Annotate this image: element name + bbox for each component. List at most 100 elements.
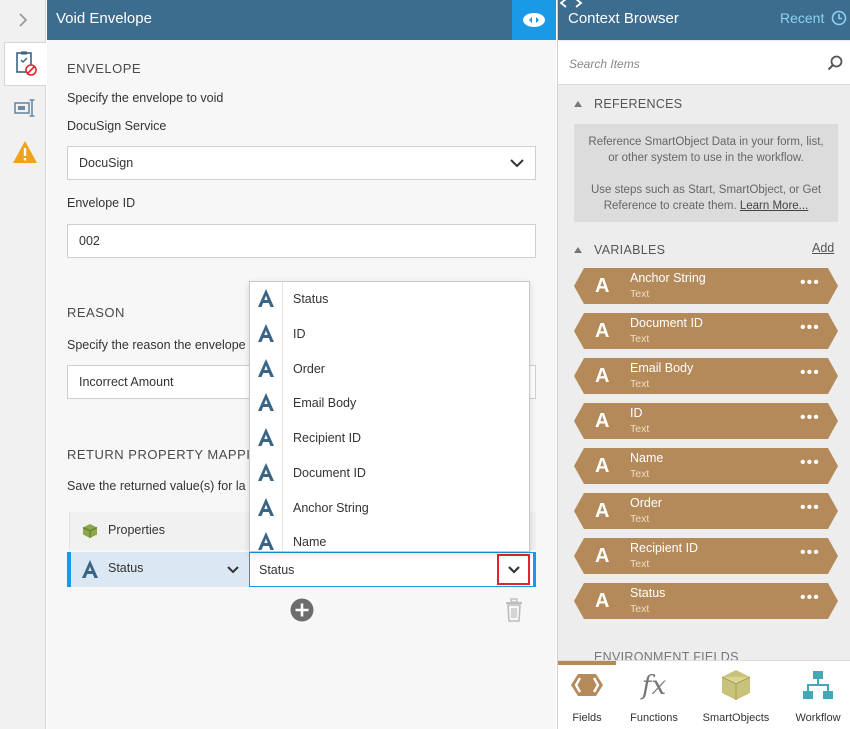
text-type-icon: A bbox=[595, 320, 610, 342]
text-type-icon bbox=[258, 463, 274, 481]
chevron-down-icon bbox=[507, 565, 520, 574]
text-type-icon: A bbox=[595, 365, 610, 387]
status-property-row[interactable]: Status bbox=[67, 552, 249, 587]
add-variable-link[interactable]: Add bbox=[812, 241, 834, 255]
status-mapping-input[interactable]: Status bbox=[249, 552, 536, 587]
clock-icon[interactable] bbox=[831, 10, 847, 26]
variable-type: Text bbox=[630, 378, 650, 390]
delete-mapping-button[interactable] bbox=[505, 598, 523, 625]
dropdown-item[interactable]: Email Body bbox=[250, 386, 529, 421]
reason-description: Specify the reason the envelope bbox=[67, 338, 246, 352]
docusign-service-select[interactable]: DocuSign bbox=[67, 146, 536, 180]
toggle-context-browser-button[interactable] bbox=[512, 0, 556, 40]
dropdown-item[interactable]: ID bbox=[250, 317, 529, 352]
learn-more-link[interactable]: Learn More... bbox=[740, 200, 808, 212]
return-mapping-heading: RETURN PROPERTY MAPPIN bbox=[67, 447, 261, 462]
variable-chip-shape bbox=[574, 268, 838, 304]
variable-name: Anchor String bbox=[630, 271, 706, 285]
variable-chip-shape bbox=[574, 493, 838, 529]
text-type-icon: A bbox=[595, 410, 610, 432]
left-rail bbox=[0, 0, 46, 729]
chevron-down-icon bbox=[510, 159, 524, 168]
dropdown-item-label: Document ID bbox=[293, 466, 366, 480]
expand-panel-button[interactable] bbox=[0, 0, 46, 40]
more-options-icon[interactable]: ••• bbox=[800, 544, 820, 562]
tab-workflow[interactable]: Workflow bbox=[783, 661, 850, 729]
status-mapping-value: Status bbox=[259, 563, 295, 577]
status-property-label: Status bbox=[108, 561, 144, 575]
text-type-icon bbox=[258, 359, 274, 377]
more-options-icon[interactable]: ••• bbox=[800, 364, 820, 382]
status-dropdown-toggle[interactable] bbox=[497, 554, 530, 585]
variable-type: Text bbox=[630, 288, 650, 300]
collapse-triangle-icon bbox=[574, 101, 582, 107]
dropdown-item-label: Status bbox=[293, 292, 329, 306]
variable-chip-shape bbox=[574, 538, 838, 574]
more-options-icon[interactable]: ••• bbox=[800, 409, 820, 427]
dropdown-item[interactable]: Name bbox=[250, 525, 529, 551]
variable-item[interactable]: A Document ID Text ••• bbox=[574, 313, 838, 349]
tab-fields[interactable]: Fields bbox=[552, 661, 622, 729]
expand-arrows-icon[interactable] bbox=[558, 0, 584, 10]
variable-name: Recipient ID bbox=[630, 541, 699, 555]
dropdown-item[interactable]: Status bbox=[250, 282, 529, 317]
envelope-section-heading: ENVELOPE bbox=[67, 61, 142, 76]
text-type-icon bbox=[258, 324, 274, 342]
variable-chip-shape bbox=[574, 358, 838, 394]
text-type-icon: A bbox=[595, 455, 610, 477]
plus-circle-icon bbox=[290, 598, 314, 622]
docusign-service-value: DocuSign bbox=[79, 156, 134, 170]
variable-item[interactable]: A Recipient ID Text ••• bbox=[574, 538, 838, 574]
search-icon[interactable] bbox=[827, 55, 843, 71]
variable-item[interactable]: A Email Body Text ••• bbox=[574, 358, 838, 394]
dropdown-item[interactable]: Recipient ID bbox=[250, 421, 529, 456]
variable-item[interactable]: A Anchor String Text ••• bbox=[574, 268, 838, 304]
references-info-box: Reference SmartObject Data in your form,… bbox=[574, 124, 838, 222]
envelope-id-field[interactable]: 002 bbox=[67, 224, 536, 258]
dropdown-item-label: Recipient ID bbox=[293, 431, 362, 445]
tab-smartobjects-label: SmartObjects bbox=[702, 712, 770, 724]
text-type-icon: A bbox=[595, 275, 610, 297]
add-mapping-button[interactable] bbox=[290, 598, 314, 625]
reason-value: Incorrect Amount bbox=[79, 375, 174, 389]
variable-item[interactable]: A Order Text ••• bbox=[574, 493, 838, 529]
tab-functions-label: Functions bbox=[630, 712, 678, 724]
variable-chip-shape bbox=[574, 313, 838, 349]
more-options-icon[interactable]: ••• bbox=[800, 319, 820, 337]
chevron-right-icon bbox=[19, 13, 28, 27]
variable-chip-shape bbox=[574, 403, 838, 439]
text-type-icon: A bbox=[595, 545, 610, 567]
dropdown-item-label: Name bbox=[293, 535, 327, 549]
panel-title: Void Envelope bbox=[56, 10, 152, 27]
variable-name: Email Body bbox=[630, 361, 694, 375]
variable-item[interactable]: A Name Text ••• bbox=[574, 448, 838, 484]
dropdown-item[interactable]: Document ID bbox=[250, 456, 529, 491]
tab-envelope-properties[interactable] bbox=[4, 42, 46, 86]
variable-type: Text bbox=[630, 333, 650, 345]
envelope-description: Specify the envelope to void bbox=[67, 91, 224, 105]
search-input[interactable]: Search Items bbox=[569, 57, 640, 71]
tab-smartobjects[interactable]: SmartObjects bbox=[701, 661, 771, 729]
dropdown-item[interactable]: Order bbox=[250, 352, 529, 387]
variable-name: Document ID bbox=[630, 316, 703, 330]
variables-heading[interactable]: VARIABLES bbox=[574, 243, 665, 257]
references-heading[interactable]: REFERENCES bbox=[574, 97, 682, 111]
variable-name: Status bbox=[630, 586, 666, 600]
warning-icon bbox=[13, 141, 37, 163]
more-options-icon[interactable]: ••• bbox=[800, 274, 820, 292]
variable-name: Name bbox=[630, 451, 664, 465]
variable-item[interactable]: A Status Text ••• bbox=[574, 583, 838, 619]
text-type-icon: A bbox=[595, 500, 610, 522]
tab-mapping[interactable] bbox=[4, 86, 46, 130]
variable-item[interactable]: A ID Text ••• bbox=[574, 403, 838, 439]
collapse-triangle-icon bbox=[574, 247, 582, 253]
recent-link[interactable]: Recent bbox=[780, 10, 824, 26]
more-options-icon[interactable]: ••• bbox=[800, 499, 820, 517]
more-options-icon[interactable]: ••• bbox=[800, 454, 820, 472]
dropdown-item-label: Order bbox=[293, 362, 325, 376]
tab-warnings[interactable] bbox=[4, 130, 46, 174]
dropdown-item[interactable]: Anchor String bbox=[250, 491, 529, 526]
search-bar[interactable]: Search Items bbox=[558, 41, 850, 85]
tab-functions[interactable]: fx Functions bbox=[619, 661, 689, 729]
more-options-icon[interactable]: ••• bbox=[800, 589, 820, 607]
